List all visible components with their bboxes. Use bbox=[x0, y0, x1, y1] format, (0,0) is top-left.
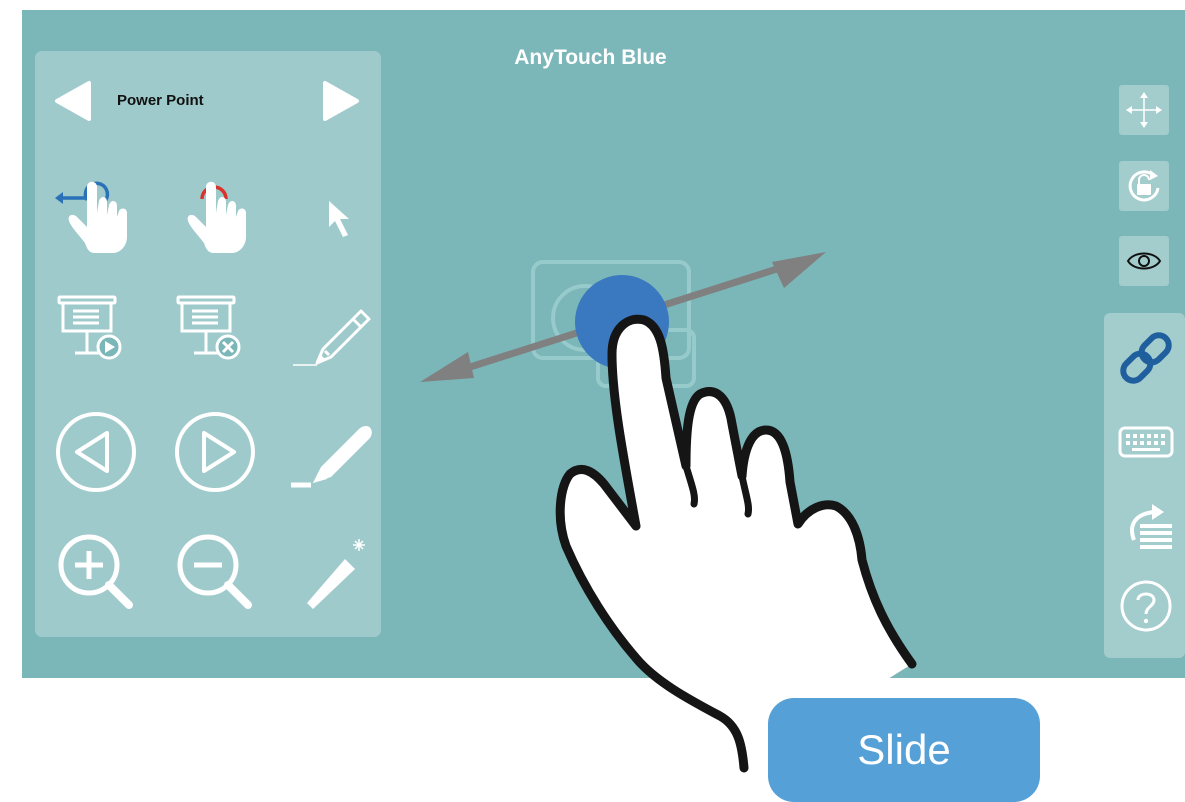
gesture-caption: Slide bbox=[768, 698, 1040, 802]
gesture-illustration bbox=[420, 252, 917, 773]
